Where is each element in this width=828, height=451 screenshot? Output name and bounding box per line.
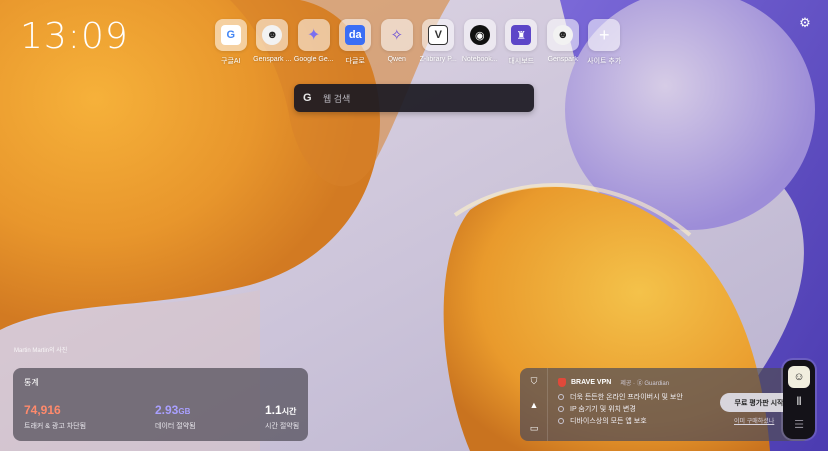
settings-gear-icon[interactable]: ⚙ bbox=[798, 16, 812, 30]
stats-widget: 통계 74,916 트래커 & 광고 차단됨 2.93GB 데이터 절약됨 1.… bbox=[13, 368, 308, 441]
widget-tabs: ⛉ ▲ ▭ bbox=[520, 368, 548, 441]
dashboard-icon: ♜ bbox=[511, 25, 532, 45]
vpn-widget: ⛉ ▲ ▭ BRAVE VPN 제공 · ⓖ Guardian 더욱 든든한 온… bbox=[520, 368, 810, 441]
tile-label: Genspark bbox=[547, 56, 578, 63]
vpn-provider: 제공 · ⓖ Guardian bbox=[620, 381, 670, 387]
time-saved-stat: 1.1시간 시간 절약됨 bbox=[265, 401, 299, 431]
notebooklm-icon: ◉ bbox=[469, 25, 490, 45]
clock: 13:09 bbox=[20, 16, 129, 57]
tile-label: Genspark ... bbox=[253, 56, 292, 63]
top-site-tile[interactable]: ♜ 대시보드 bbox=[501, 19, 543, 66]
genspark-icon: ☻ bbox=[262, 25, 283, 45]
tile-label: Z-library P... bbox=[419, 56, 457, 63]
menu-icon[interactable]: ☰ bbox=[791, 417, 807, 433]
tile-label: Notebook... bbox=[461, 56, 498, 63]
check-icon bbox=[558, 406, 564, 412]
top-sites: G 구글AI ☻ Genspark ... ✦ Google Ge... da … bbox=[210, 19, 625, 66]
shield-tab-icon[interactable]: ⛉ bbox=[529, 376, 539, 386]
tile-label: Qwen bbox=[387, 56, 406, 63]
top-site-tile[interactable]: ◉ Notebook... bbox=[459, 19, 501, 66]
brave-vpn-logo-icon bbox=[558, 378, 566, 387]
check-icon bbox=[558, 394, 564, 400]
already-purchased-link[interactable]: 이미 구매하셨나 bbox=[734, 416, 774, 425]
top-site-tile[interactable]: V Z-library P... bbox=[418, 19, 460, 66]
stats-title: 통계 bbox=[24, 378, 39, 387]
warning-tab-icon[interactable]: ▲ bbox=[529, 400, 539, 410]
add-site-tile[interactable]: + 사이트 추가 bbox=[584, 19, 626, 66]
search-placeholder: 웹 검색 bbox=[323, 93, 351, 104]
time-saved-value: 1.1 bbox=[265, 403, 282, 417]
google-g-icon: G bbox=[303, 92, 312, 104]
web-search-box[interactable]: G 웹 검색 bbox=[294, 84, 534, 112]
time-saved-label: 시간 절약됨 bbox=[265, 423, 300, 430]
top-site-tile[interactable]: G 구글AI bbox=[210, 19, 252, 66]
trackers-stat: 74,916 트래커 & 광고 차단됨 bbox=[24, 401, 86, 431]
data-saved-stat: 2.93GB 데이터 절약됨 bbox=[155, 401, 196, 431]
vpn-title: BRAVE VPN bbox=[571, 379, 612, 386]
vpn-feature: 디바이스상의 모든 앱 보호 bbox=[558, 416, 647, 426]
trackers-label: 트래커 & 광고 차단됨 bbox=[24, 423, 87, 430]
top-site-tile[interactable]: da 다글로 bbox=[335, 19, 377, 66]
card-tab-icon[interactable]: ▭ bbox=[529, 423, 539, 433]
tile-label: 다글로 bbox=[345, 58, 365, 65]
audio-wave-icon[interactable]: ⦀ bbox=[791, 394, 807, 410]
tile-label: 사이트 추가 bbox=[587, 58, 622, 65]
data-saved-value: 2.93 bbox=[155, 403, 179, 417]
google-g-icon: G bbox=[220, 25, 241, 45]
top-site-tile[interactable]: ☻ Genspark bbox=[542, 19, 584, 66]
top-site-tile[interactable]: ✦ Google Ge... bbox=[293, 19, 335, 66]
vpn-feature: 더욱 든든한 온라인 프라이버시 및 보안 bbox=[558, 392, 683, 402]
photo-credit[interactable]: Martin Martin의 사진 bbox=[14, 345, 67, 354]
check-icon bbox=[558, 418, 564, 424]
trackers-count: 74,916 bbox=[24, 403, 61, 417]
genspark-icon: ☻ bbox=[552, 25, 573, 45]
gemini-icon: ✦ bbox=[307, 27, 321, 44]
zlibrary-icon: V bbox=[428, 25, 449, 45]
qwen-icon: ✧ bbox=[390, 27, 404, 44]
vpn-header: BRAVE VPN 제공 · ⓖ Guardian bbox=[558, 378, 669, 387]
daglo-icon: da bbox=[345, 25, 366, 45]
top-site-tile[interactable]: ✧ Qwen bbox=[376, 19, 418, 66]
plus-icon: + bbox=[598, 24, 610, 45]
tile-label: Google Ge... bbox=[293, 56, 334, 63]
side-widget: ☺ ⦀ ☰ bbox=[783, 360, 815, 439]
tile-label: 대시보드 bbox=[508, 58, 535, 65]
data-saved-label: 데이터 절약됨 bbox=[155, 423, 196, 430]
data-saved-unit: GB bbox=[178, 407, 191, 416]
leo-assistant-icon[interactable]: ☺ bbox=[788, 366, 810, 388]
vpn-feature: IP 숨기기 및 위치 변경 bbox=[558, 404, 636, 414]
top-site-tile[interactable]: ☻ Genspark ... bbox=[252, 19, 294, 66]
tile-label: 구글AI bbox=[221, 58, 241, 65]
time-saved-unit: 시간 bbox=[281, 407, 297, 416]
